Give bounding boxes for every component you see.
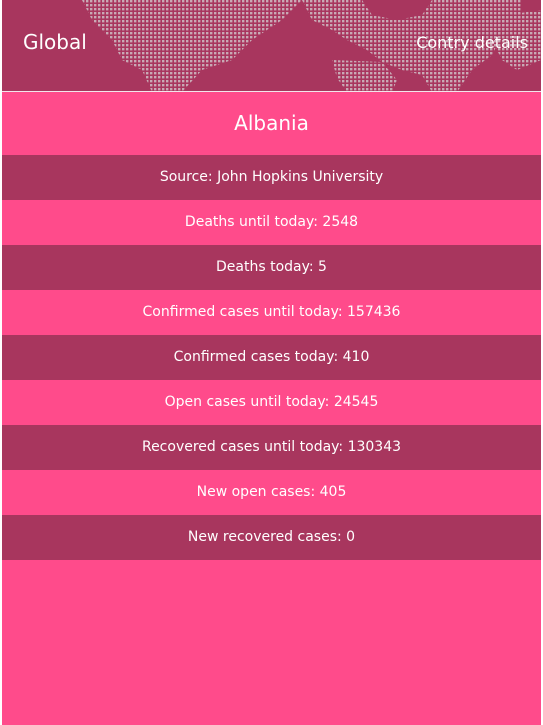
- stat-confirmed-today: Confirmed cases today: 410: [2, 335, 541, 380]
- nav-global-link[interactable]: Global: [23, 30, 87, 54]
- stat-new-recovered: New recovered cases: 0: [2, 515, 541, 560]
- stat-deaths-today: Deaths today: 5: [2, 245, 541, 290]
- header-bar: Global Contry details: [2, 0, 541, 92]
- stat-deaths-total: Deaths until today: 2548: [2, 200, 541, 245]
- stat-recovered-total: Recovered cases until today: 130343: [2, 425, 541, 470]
- nav-country-details-link[interactable]: Contry details: [416, 33, 528, 52]
- app-container: Global Contry details Albania Source: Jo…: [2, 0, 541, 725]
- stat-source: Source: John Hopkins University: [2, 155, 541, 200]
- stat-new-open: New open cases: 405: [2, 470, 541, 515]
- stats-list: Source: John Hopkins University Deaths u…: [2, 155, 541, 560]
- stat-open-total: Open cases until today: 24545: [2, 380, 541, 425]
- stat-confirmed-total: Confirmed cases until today: 157436: [2, 290, 541, 335]
- country-name-title: Albania: [2, 92, 541, 155]
